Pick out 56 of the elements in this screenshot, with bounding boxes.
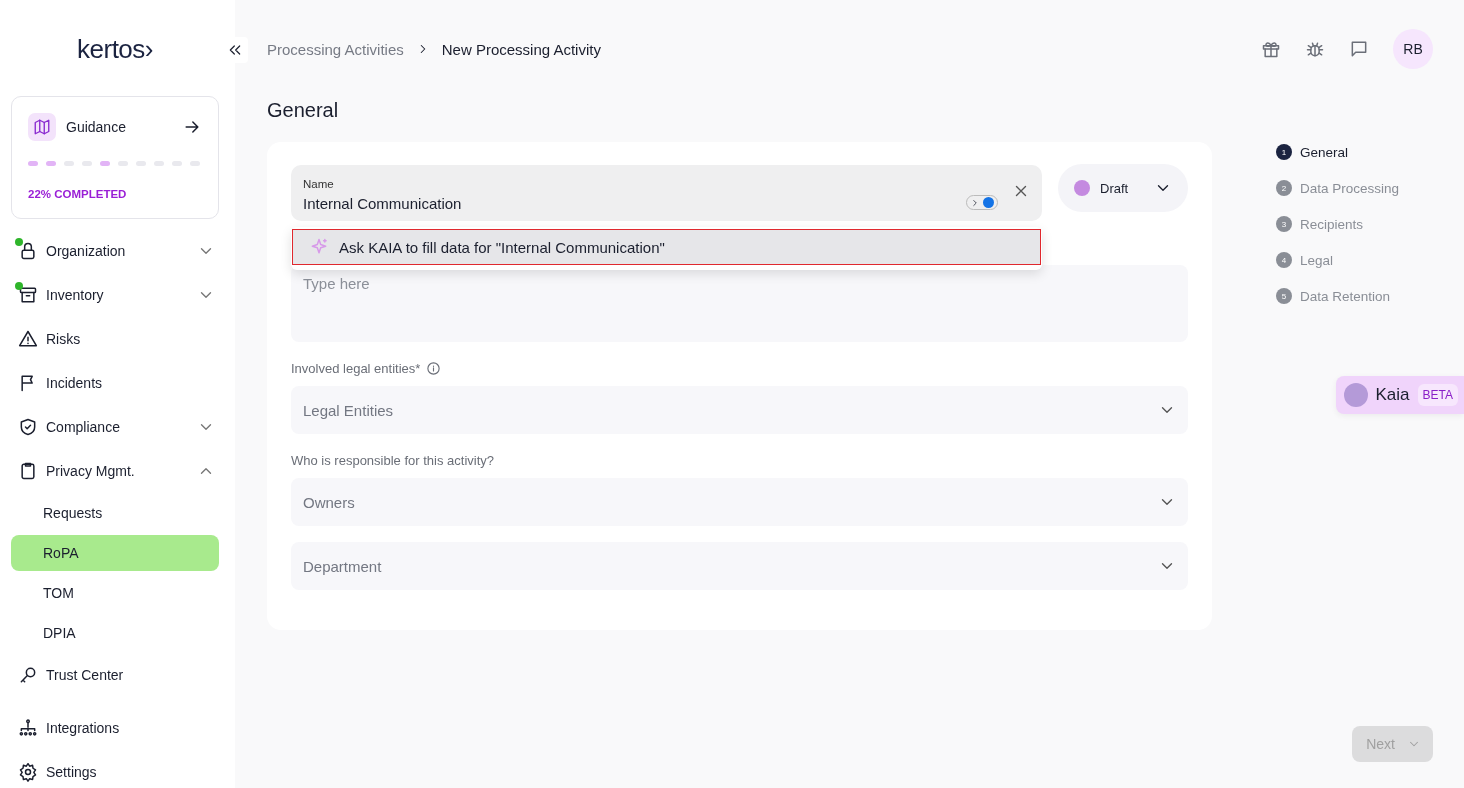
- lock-icon: [18, 241, 38, 261]
- guidance-title: Guidance: [66, 119, 127, 135]
- key-icon: [18, 665, 38, 685]
- step-label: General: [1300, 144, 1349, 160]
- nav-item[interactable]: Compliance: [11, 405, 219, 449]
- step-label: Legal: [1300, 252, 1334, 268]
- avatar-placeholder: [1343, 383, 1368, 407]
- settings-icon: [18, 762, 38, 782]
- nav-item[interactable]: Privacy Mgmt.: [11, 449, 219, 493]
- select-field[interactable]: Legal Entities: [291, 386, 1188, 434]
- nav-item[interactable]: Settings: [11, 750, 219, 788]
- select-field[interactable]: Department: [291, 542, 1188, 590]
- breadcrumb-item[interactable]: Processing Activities: [267, 40, 404, 58]
- suggestion-item[interactable]: Ask KAIA to fill data for "Internal Communication": [293, 230, 1040, 264]
- stepper-step[interactable]: 1 General: [1276, 142, 1464, 162]
- shield-icon: [18, 417, 38, 437]
- name-field[interactable]: Name Internal Communication: [291, 165, 1042, 221]
- status-dropdown[interactable]: Draft: [1058, 164, 1188, 212]
- kaia-assistant-tab[interactable]: Kaia BETA: [1335, 376, 1464, 414]
- nav-subitem[interactable]: Requests: [11, 495, 219, 531]
- beta-badge: BETA: [1417, 384, 1458, 406]
- nav-subitem[interactable]: TOM: [11, 575, 219, 611]
- step-number: 2: [1276, 180, 1292, 196]
- field-label: Involved legal entities*: [291, 360, 421, 376]
- step-label: Data Retention: [1300, 288, 1391, 304]
- map-icon: [28, 113, 56, 141]
- gift-icon: [1261, 39, 1281, 59]
- nav-item[interactable]: Incidents: [11, 361, 219, 405]
- select-field[interactable]: Owners: [291, 478, 1188, 526]
- logo[interactable]: kertos›: [77, 34, 153, 64]
- nav-item[interactable]: Organization: [11, 229, 219, 273]
- nav-item[interactable]: Risks: [11, 317, 219, 361]
- guidance-card[interactable]: Guidance 22% COMPLETED: [11, 96, 219, 219]
- page-title: General: [267, 98, 340, 122]
- bug-icon: [1305, 39, 1325, 59]
- step-number: 3: [1276, 216, 1292, 232]
- hierarchy-icon: [18, 718, 38, 738]
- field-label: Who is responsible for this activity?: [291, 452, 495, 468]
- nav-item[interactable]: Integrations: [11, 706, 219, 750]
- nav-subitem[interactable]: RoPA: [11, 535, 219, 571]
- clipboard-icon: [18, 461, 38, 481]
- progress-status: 22% COMPLETED: [28, 188, 128, 200]
- nav-subitem[interactable]: DPIA: [11, 615, 219, 651]
- step-number: 5: [1276, 288, 1292, 304]
- archive-box-icon: [18, 285, 38, 305]
- nav-item[interactable]: Inventory: [11, 273, 219, 317]
- warning-icon: [18, 329, 38, 349]
- double-chevron-left-icon: [227, 42, 243, 58]
- breadcrumb-item: New Processing Activity: [441, 40, 601, 58]
- chat-icon: [1349, 39, 1369, 59]
- nav-item[interactable]: Trust Center: [11, 653, 219, 697]
- step-number: 1: [1276, 144, 1292, 160]
- user-avatar[interactable]: RB: [1393, 29, 1433, 69]
- step-label: Recipients: [1300, 216, 1364, 232]
- step-label: Data Processing: [1300, 180, 1400, 196]
- step-number: 4: [1276, 252, 1292, 268]
